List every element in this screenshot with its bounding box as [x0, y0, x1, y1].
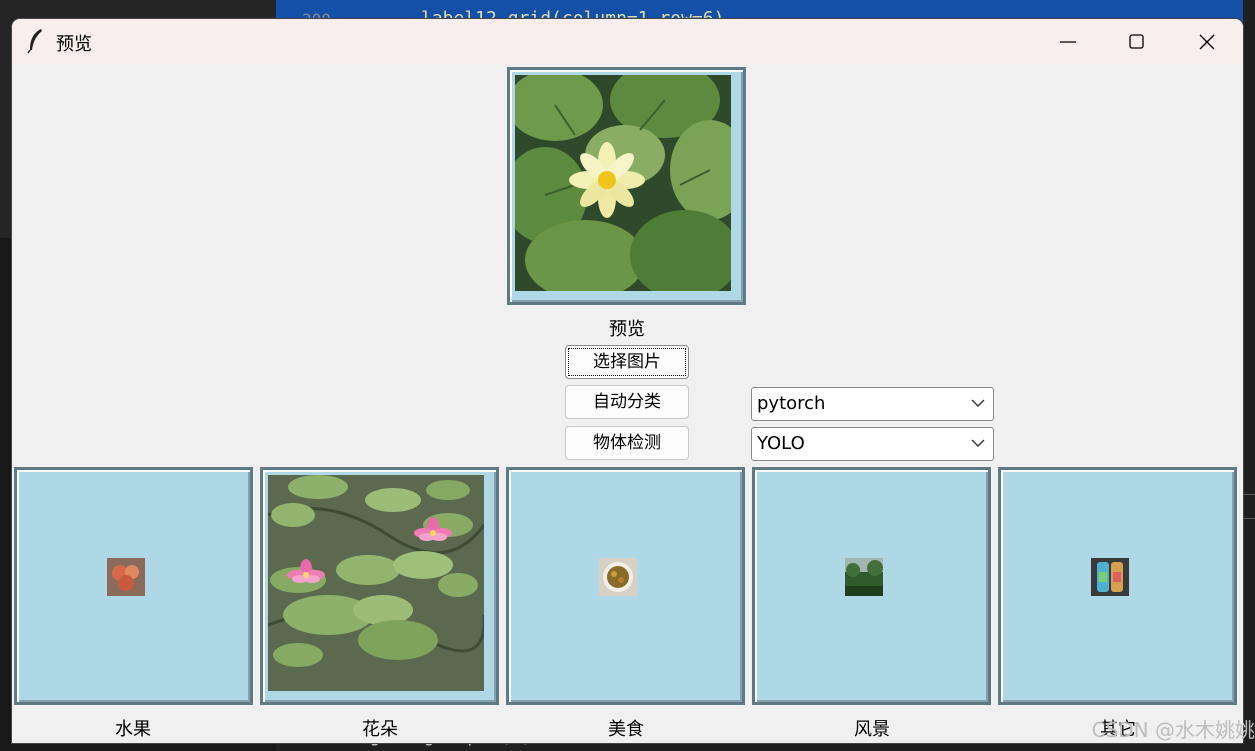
maximize-icon — [1129, 34, 1144, 49]
chevron-down-icon — [971, 439, 985, 447]
category-frame-scenery — [752, 467, 991, 705]
category-frame-flower — [260, 467, 499, 705]
title-bar[interactable]: 预览 — [12, 19, 1243, 64]
chevron-down-icon — [971, 399, 985, 407]
maximize-button[interactable] — [1102, 19, 1172, 64]
feather-icon — [27, 29, 42, 54]
close-button[interactable] — [1172, 19, 1242, 64]
category-label-scenery: 风景 — [854, 719, 890, 740]
category-frame-food — [506, 467, 745, 705]
food-thumbnail — [599, 558, 637, 596]
lotus-pond-image — [268, 475, 484, 691]
preview-image-frame — [507, 67, 746, 305]
minimize-icon — [1060, 41, 1076, 43]
object-detect-label: 物体检测 — [593, 433, 661, 453]
category-label-fruit: 水果 — [115, 719, 151, 740]
window-title: 预览 — [56, 34, 92, 55]
auto-classify-button[interactable]: 自动分类 — [565, 385, 689, 419]
scenery-thumbnail — [845, 558, 883, 596]
framework-selected: pytorch — [757, 393, 826, 414]
water-lily-image — [515, 75, 731, 291]
detector-select[interactable]: YOLO — [751, 427, 994, 461]
select-image-button[interactable]: 选择图片 — [565, 345, 689, 379]
preview-window: 预览 预览 选择图片 自动分类 物体检测 pytorch YOLO 水果 花朵 … — [12, 19, 1243, 743]
fruit-thumbnail — [107, 558, 145, 596]
minimize-button[interactable] — [1033, 19, 1103, 64]
detector-selected: YOLO — [757, 433, 805, 454]
object-detect-button[interactable]: 物体检测 — [565, 426, 689, 460]
category-label-flower: 花朵 — [362, 719, 398, 740]
framework-select[interactable]: pytorch — [751, 387, 994, 421]
category-label-food: 美食 — [608, 719, 644, 740]
category-frame-fruit — [14, 467, 253, 705]
preview-label: 预览 — [609, 319, 645, 340]
other-thumbnail — [1091, 558, 1129, 596]
auto-classify-label: 自动分类 — [593, 392, 661, 412]
close-icon — [1199, 34, 1215, 50]
category-frame-other — [998, 467, 1237, 705]
editor-scroll-area — [1243, 0, 1255, 751]
watermark: CSDN @水木姚姚 — [1091, 718, 1255, 742]
